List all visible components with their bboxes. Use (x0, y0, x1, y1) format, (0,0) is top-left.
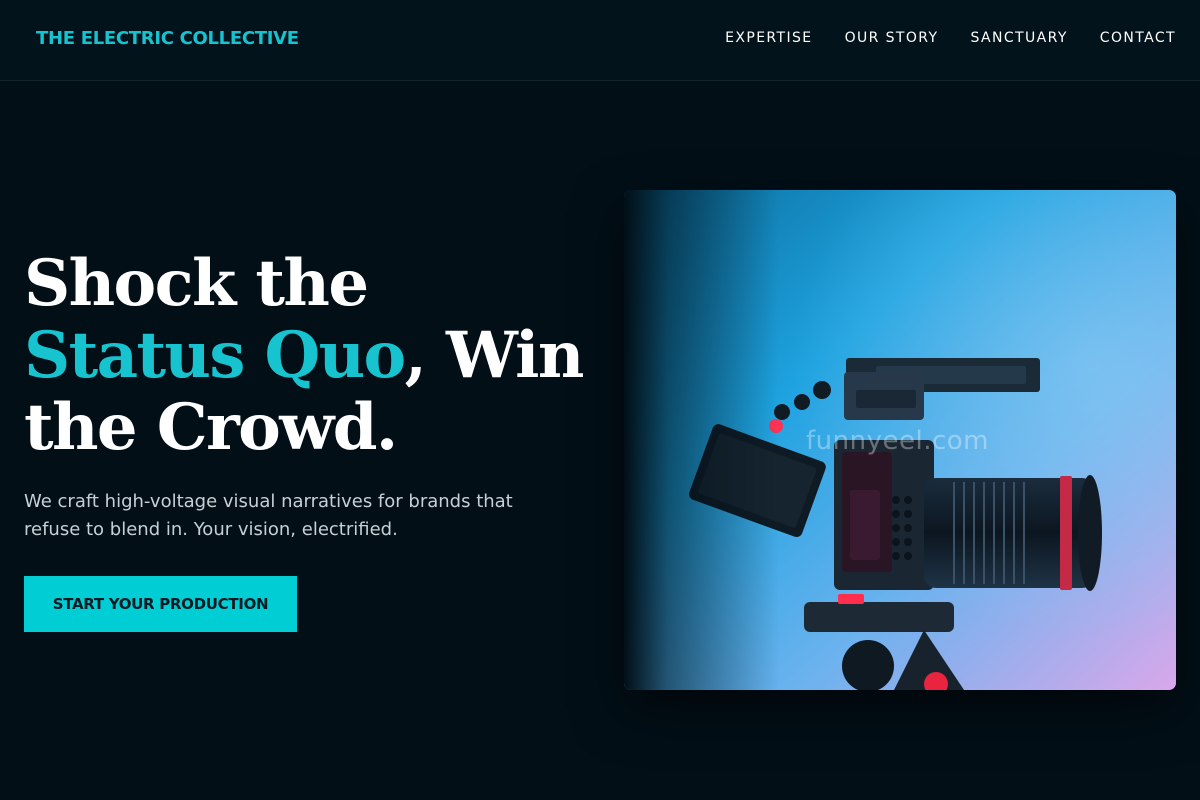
hero-title-accent: Status Quo (24, 318, 406, 393)
nav-contact[interactable]: CONTACT (1100, 30, 1176, 46)
hero-title-part1: Shock the (24, 246, 369, 321)
landing-page: THE ELECTRIC COLLECTIVE EXPERTISE OUR ST… (0, 0, 1200, 800)
main-nav: EXPERTISE OUR STORY SANCTUARY CONTACT (725, 30, 1176, 46)
start-production-button[interactable]: START YOUR PRODUCTION (24, 576, 297, 632)
nav-our-story[interactable]: OUR STORY (845, 30, 939, 46)
hero-image: funnyeel.com (624, 190, 1176, 690)
hero-subtitle: We craft high-voltage visual narratives … (24, 491, 513, 540)
watermark-text: funnyeel.com (806, 426, 989, 456)
nav-sanctuary[interactable]: SANCTUARY (970, 30, 1067, 46)
nav-expertise[interactable]: EXPERTISE (725, 30, 812, 46)
brand-logo[interactable]: THE ELECTRIC COLLECTIVE (36, 28, 299, 49)
site-header: THE ELECTRIC COLLECTIVE EXPERTISE OUR ST… (0, 0, 1200, 81)
hero-title: Shock the Status Quo, Win the Crowd. (24, 248, 604, 464)
